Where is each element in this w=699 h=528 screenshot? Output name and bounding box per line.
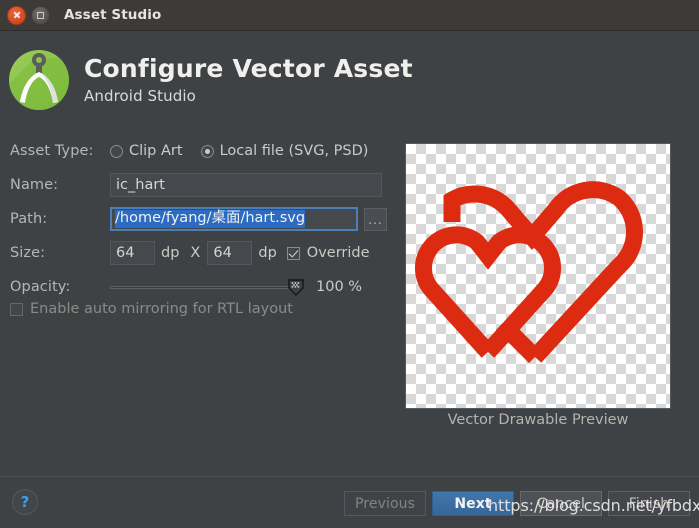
page-subtitle: Android Studio <box>84 87 196 106</box>
rtl-label: Enable auto mirroring for RTL layout <box>30 301 293 317</box>
radio-clip-art-label: Clip Art <box>129 143 183 159</box>
preview-caption: Vector Drawable Preview <box>447 412 629 428</box>
rtl-checkbox[interactable]: Enable auto mirroring for RTL layout <box>10 301 293 317</box>
window-titlebar: Asset Studio <box>0 0 699 31</box>
size-separator: X <box>190 245 201 261</box>
dialog-header: Configure Vector Asset Android Studio <box>0 31 699 129</box>
rtl-checkbox-indicator[interactable] <box>10 302 23 316</box>
asset-type-row: Asset Type: Clip Art Local file (SVG, PS… <box>10 140 390 162</box>
radio-clip-art-indicator[interactable] <box>110 144 123 158</box>
two-hearts-outline-icon <box>414 181 644 364</box>
opacity-row: Opacity: 100 % <box>10 276 390 298</box>
size-label: Size: <box>10 245 46 261</box>
close-icon[interactable] <box>7 5 26 25</box>
size-width-unit: dp <box>161 245 180 261</box>
opacity-value: 100 % <box>316 279 363 295</box>
override-label: Override <box>306 245 370 261</box>
radio-local-file-indicator[interactable] <box>200 144 214 158</box>
window-title: Asset Studio <box>64 7 162 23</box>
path-input-value: /home/fyang/桌面/hart.svg <box>115 209 306 229</box>
path-label: Path: <box>10 211 48 227</box>
browse-button[interactable]: ... <box>364 207 387 231</box>
name-label: Name: <box>10 177 59 193</box>
asset-form: Asset Type: Clip Art Local file (SVG, PS… <box>10 140 390 309</box>
vector-drawable-preview <box>405 143 671 409</box>
previous-button[interactable]: Previous <box>344 491 426 516</box>
asset-type-label: Asset Type: <box>10 143 94 159</box>
next-button[interactable]: Next <box>432 491 514 516</box>
rtl-row: Enable auto mirroring for RTL layout <box>10 301 293 317</box>
radio-clip-art[interactable]: Clip Art <box>110 143 183 159</box>
radio-local-file[interactable]: Local file (SVG, PSD) <box>200 143 369 159</box>
override-checkbox-indicator[interactable] <box>286 246 300 260</box>
opacity-slider[interactable] <box>110 278 304 296</box>
maximize-icon[interactable] <box>31 5 50 25</box>
header-text-block: Configure Vector Asset Android Studio <box>84 55 413 106</box>
override-checkbox[interactable]: Override <box>286 245 370 261</box>
size-height-input[interactable]: 64 <box>207 241 253 265</box>
size-height-unit: dp <box>258 245 277 261</box>
name-input[interactable]: ic_hart <box>110 173 382 197</box>
dialog-content: Asset Type: Clip Art Local file (SVG, PS… <box>0 129 699 476</box>
dialog-footer: ? Previous Next Cancel Finish <box>0 476 699 528</box>
name-row: Name: ic_hart <box>10 173 390 197</box>
size-row: Size: 64 dp X 64 dp Override <box>10 241 390 265</box>
size-height-value: 64 <box>213 245 232 261</box>
finish-button[interactable]: Finish <box>608 491 690 516</box>
cancel-button[interactable]: Cancel <box>520 491 602 516</box>
help-icon[interactable]: ? <box>12 489 38 515</box>
asset-studio-window: Asset Studio Configure Vector Asset Andr… <box>0 0 699 528</box>
page-title: Configure Vector Asset <box>84 53 413 83</box>
opacity-label: Opacity: <box>10 279 71 295</box>
path-input[interactable]: /home/fyang/桌面/hart.svg <box>110 207 358 231</box>
footer-buttons: Previous Next Cancel Finish <box>338 491 690 516</box>
radio-local-file-label: Local file (SVG, PSD) <box>219 143 369 159</box>
size-width-value: 64 <box>116 245 135 261</box>
opacity-slider-thumb[interactable] <box>288 279 304 296</box>
path-row: Path: /home/fyang/桌面/hart.svg ... <box>10 207 390 231</box>
name-input-value: ic_hart <box>116 177 165 193</box>
opacity-slider-track[interactable] <box>110 286 302 289</box>
android-studio-logo-icon <box>9 50 69 110</box>
size-width-input[interactable]: 64 <box>110 241 155 265</box>
